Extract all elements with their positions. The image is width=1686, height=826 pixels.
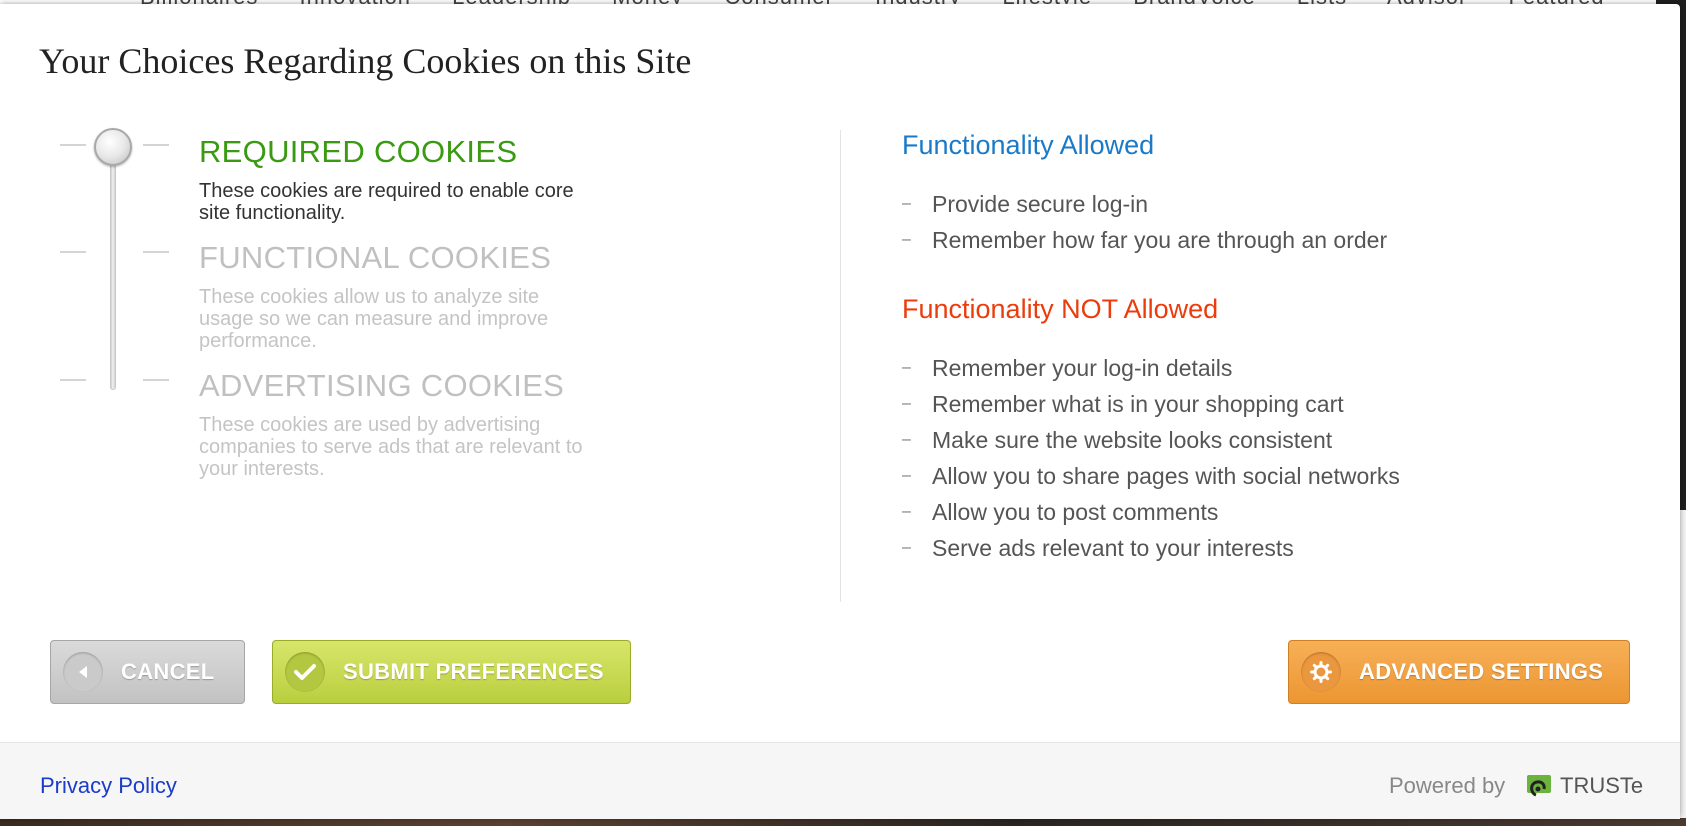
truste-logo-icon <box>1526 773 1554 799</box>
cancel-button[interactable]: CANCEL <box>50 640 245 704</box>
list-item: – Provide secure log-in <box>902 186 1387 222</box>
list-item: – Make sure the website looks consistent <box>902 422 1400 458</box>
list-item: – Remember what is in your shopping cart <box>902 386 1400 422</box>
advanced-settings-button[interactable]: ADVANCED SETTINGS <box>1288 640 1630 704</box>
dash-icon: – <box>902 539 911 556</box>
category-description-advertising: These cookies are used by advertising co… <box>199 414 583 480</box>
advanced-button-label: ADVANCED SETTINGS <box>1359 659 1604 684</box>
dash-icon: – <box>902 467 911 484</box>
slider-tick <box>143 144 169 146</box>
list-item: – Allow you to share pages with social ne… <box>902 458 1400 494</box>
powered-by-text: Powered by <box>1389 773 1506 798</box>
cancel-button-label: CANCEL <box>121 659 215 684</box>
slider-tick <box>60 144 86 146</box>
cookie-preferences-dialog: Your Choices Regarding Cookies on this S… <box>0 4 1680 819</box>
dash-icon: – <box>902 195 911 212</box>
privacy-policy-link[interactable]: Privacy Policy <box>40 773 177 799</box>
allowed-list: – Provide secure log-in – Remember how far… <box>902 186 1387 258</box>
dash-icon: – <box>902 231 911 248</box>
gear-icon <box>1301 652 1341 692</box>
category-heading-functional[interactable]: FUNCTIONAL COOKIES <box>199 240 551 276</box>
category-heading-advertising[interactable]: ADVERTISING COOKIES <box>199 368 564 404</box>
dash-icon: – <box>902 503 911 520</box>
category-description-functional: These cookies allow us to analyze site u… <box>199 286 549 352</box>
category-description-required: These cookies are required to enable cor… <box>199 180 574 224</box>
background-page-bottom <box>0 818 1686 826</box>
slider-handle[interactable] <box>94 128 132 166</box>
slider-rail[interactable] <box>110 152 116 390</box>
check-icon <box>285 652 325 692</box>
list-item: – Serve ads relevant to your interests <box>902 530 1400 566</box>
submit-button-label: SUBMIT PREFERENCES <box>343 659 604 684</box>
truste-brand: TRUSTe <box>1560 773 1644 798</box>
slider-tick <box>143 251 169 253</box>
list-item: – Allow you to post comments <box>902 494 1400 530</box>
dash-icon: – <box>902 359 911 376</box>
not-allowed-heading: Functionality NOT Allowed <box>902 294 1219 324</box>
allowed-heading: Functionality Allowed <box>902 130 1155 160</box>
column-divider <box>840 130 841 602</box>
list-item: – Remember your log-in details <box>902 350 1400 386</box>
slider-tick <box>60 379 86 381</box>
dialog-footer: Privacy Policy Powered by TRUSTe <box>0 742 1680 819</box>
dash-icon: – <box>902 431 911 448</box>
not-allowed-list: – Remember your log-in details – Remember … <box>902 350 1400 566</box>
submit-preferences-button[interactable]: SUBMIT PREFERENCES <box>272 640 631 704</box>
category-heading-required[interactable]: REQUIRED COOKIES <box>199 134 517 170</box>
slider-tick <box>60 251 86 253</box>
dash-icon: – <box>902 395 911 412</box>
slider-tick <box>143 379 169 381</box>
list-item: – Remember how far you are through an ord… <box>902 222 1387 258</box>
dialog-title: Your Choices Regarding Cookies on this S… <box>39 41 692 81</box>
arrow-left-icon <box>63 652 103 692</box>
